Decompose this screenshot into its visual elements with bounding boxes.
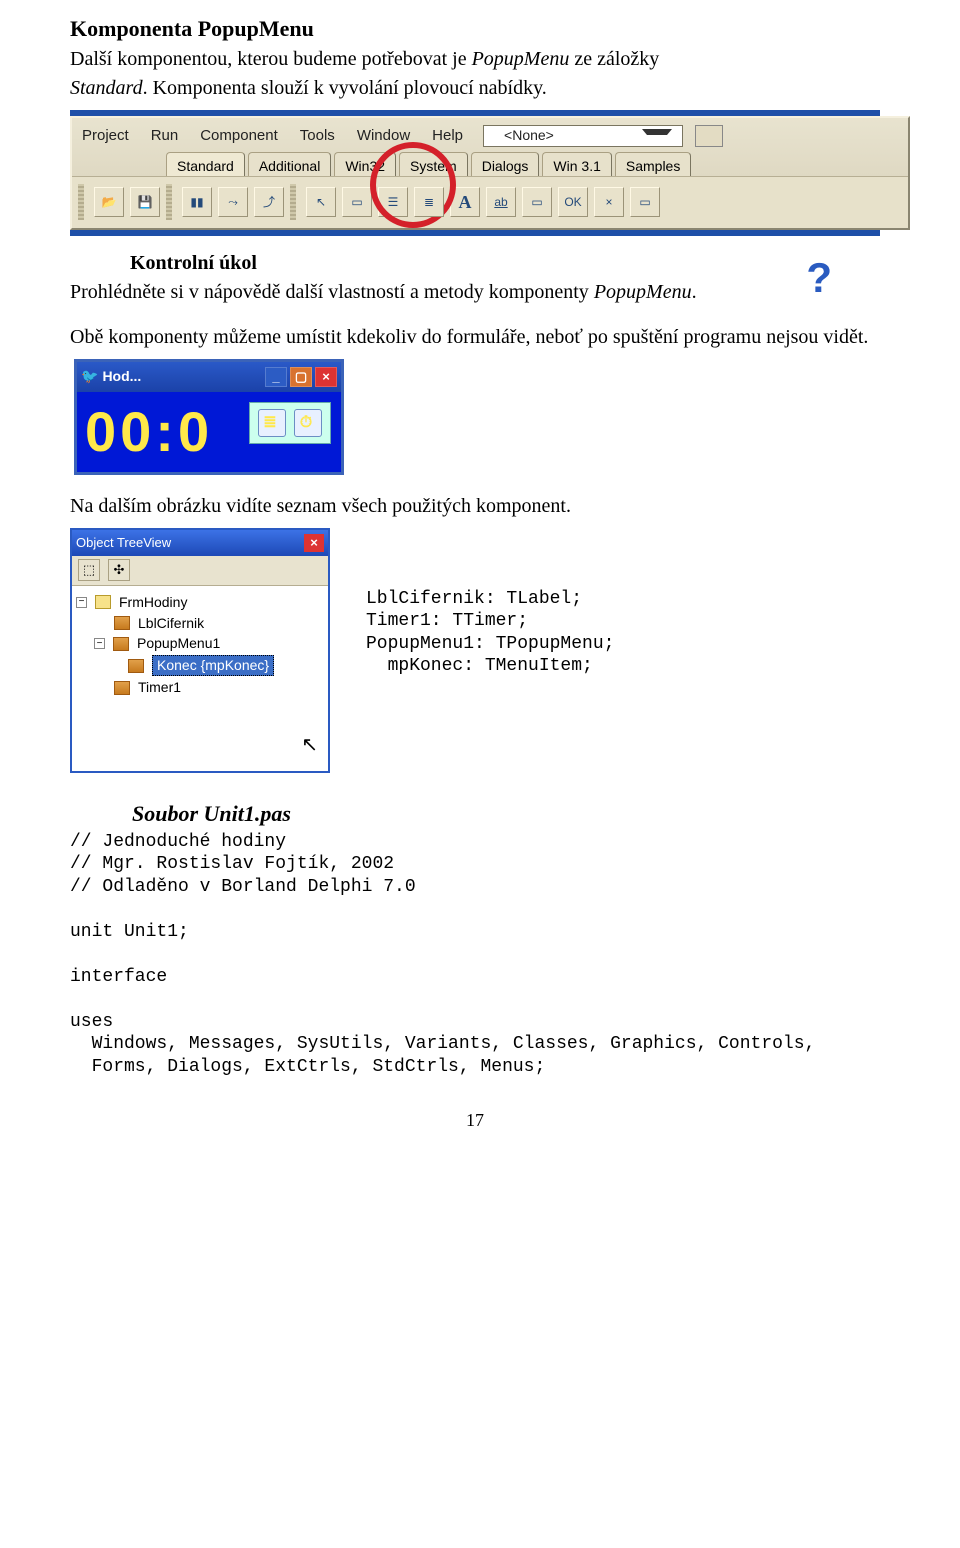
- section-heading: Komponenta PopupMenu: [70, 14, 880, 44]
- intro-popupmenu: PopupMenu: [472, 48, 570, 70]
- tree-item-lbl[interactable]: LblCifernik: [76, 613, 324, 634]
- both-text: Obě komponenty můžeme umístit kdekoliv d…: [70, 326, 868, 348]
- hod-component-glyphs: ≣ ⏱: [249, 402, 331, 444]
- kontrol-popupmenu: PopupMenu: [594, 281, 692, 303]
- intro-text-3: . Komponenta slouží k vyvolání plovoucí …: [143, 77, 547, 99]
- component-cube-icon: [113, 637, 129, 651]
- toolbar-end-button[interactable]: [695, 125, 723, 147]
- hod-miniwindow-screenshot: 🐦Hod... _ ▢ × 00:0 ≣ ⏱: [74, 359, 880, 475]
- open-icon[interactable]: 📂: [94, 187, 124, 217]
- soubor-title: Soubor Unit1.pas: [132, 799, 880, 829]
- grip-icon: [78, 184, 84, 220]
- radio-icon[interactable]: ▭: [630, 187, 660, 217]
- stop-icon[interactable]: ⤴: [254, 187, 284, 217]
- edit-icon[interactable]: ab: [486, 187, 516, 217]
- otv-title-text: Object TreeView: [76, 534, 171, 552]
- intro-text-1: Další komponentou, kterou budeme potřebo…: [70, 48, 472, 70]
- intro-text-2: ze záložky: [569, 48, 659, 70]
- tree-item-timer[interactable]: Timer1: [76, 677, 324, 698]
- save-icon[interactable]: 💾: [130, 187, 160, 217]
- kontrol-t2: .: [692, 281, 697, 303]
- tree-item-popup[interactable]: − PopupMenu1: [76, 633, 324, 654]
- step-icon[interactable]: ⤳: [218, 187, 248, 217]
- timer-component-icon[interactable]: ⏱: [294, 409, 322, 437]
- project-selector-combo[interactable]: <None>: [483, 125, 683, 147]
- menu-tools[interactable]: Tools: [290, 122, 345, 150]
- kontrol-heading: Kontrolní úkol: [130, 250, 880, 277]
- both-components-line1: Obě komponenty můžeme umístit kdekoliv d…: [70, 324, 880, 351]
- expand-minus-icon[interactable]: −: [94, 638, 105, 649]
- hod-time-value: 00:0: [85, 394, 213, 470]
- delphi-toolbar-screenshot: Project Run Component Tools Window Help …: [70, 116, 880, 230]
- tree-root-label: FrmHodiny: [119, 593, 187, 612]
- tree-item-konec[interactable]: Konec {mpKonec}: [76, 654, 324, 677]
- after-hod-text: Na dalším obrázku vidíte seznam všech po…: [70, 493, 880, 520]
- close-icon[interactable]: ×: [304, 534, 324, 552]
- tree-popup-label: PopupMenu1: [137, 634, 220, 653]
- intro-paragraph: Další komponentou, kterou budeme potřebo…: [70, 46, 880, 73]
- unit-code-block: // Jednoduché hodiny // Mgr. Rostislav F…: [70, 831, 880, 1079]
- pause-icon[interactable]: ▮▮: [182, 187, 212, 217]
- declarations-code: LblCifernik: TLabel; Timer1: TTimer; Pop…: [366, 588, 614, 678]
- grip-icon-2: [166, 184, 172, 220]
- maximize-icon[interactable]: ▢: [290, 367, 312, 387]
- expand-minus-icon[interactable]: −: [76, 597, 87, 608]
- otv-tree: − FrmHodiny LblCifernik − PopupMenu1 Kon…: [72, 586, 328, 771]
- form-icon: [95, 595, 111, 609]
- page-number: 17: [70, 1108, 880, 1132]
- popupmenu-icon[interactable]: ≣: [414, 187, 444, 217]
- component-cube-icon: [114, 681, 130, 695]
- tree-lbl-label: LblCifernik: [138, 614, 204, 633]
- menu-project[interactable]: Project: [72, 122, 139, 150]
- hod-title-text: 🐦Hod...: [81, 367, 141, 386]
- otv-titlebar: Object TreeView ×: [72, 530, 328, 556]
- button-ok-icon[interactable]: OK: [558, 187, 588, 217]
- intro-paragraph-line2: Standard. Komponenta slouží k vyvolání p…: [70, 75, 880, 102]
- tree-timer-label: Timer1: [138, 678, 181, 697]
- question-mark-icon: ?: [806, 250, 832, 307]
- memo-icon[interactable]: ▭: [522, 187, 552, 217]
- kontrol-text: Prohlédněte si v nápovědě další vlastnos…: [70, 279, 880, 306]
- grip-icon-3: [290, 184, 296, 220]
- close-icon[interactable]: ×: [315, 367, 337, 387]
- intro-standard: Standard: [70, 77, 143, 99]
- otv-tool-2-icon[interactable]: ✣: [108, 559, 130, 581]
- otv-toolbar: ⬚ ✣: [72, 556, 328, 586]
- menu-component[interactable]: Component: [190, 122, 288, 150]
- otv-tool-1-icon[interactable]: ⬚: [78, 559, 100, 581]
- minimize-icon[interactable]: _: [265, 367, 287, 387]
- chevron-down-icon: [642, 129, 672, 143]
- checkbox-icon[interactable]: ×: [594, 187, 624, 217]
- menu-run[interactable]: Run: [141, 122, 189, 150]
- kontrol-t1: Prohlédněte si v nápovědě další vlastnos…: [70, 281, 594, 303]
- tree-konec-label: Konec {mpKonec}: [152, 655, 274, 676]
- cursor-icon[interactable]: ↖: [306, 187, 336, 217]
- hod-display: 00:0 ≣ ⏱: [77, 392, 341, 472]
- object-treeview-window: Object TreeView × ⬚ ✣ − FrmHodiny LblCif…: [70, 528, 330, 773]
- palette-icons-row: 📂 💾 ▮▮ ⤳ ⤴ ↖ ▭ ☰ ≣ A ab ▭ OK × ▭: [72, 176, 908, 228]
- cursor-arrow-icon: ↖: [76, 732, 324, 759]
- tree-root[interactable]: − FrmHodiny: [76, 592, 324, 613]
- hod-titlebar: 🐦Hod... _ ▢ ×: [77, 362, 341, 392]
- component-cube-icon: [128, 659, 144, 673]
- menu-bar: Project Run Component Tools Window Help …: [72, 122, 908, 150]
- frame-icon[interactable]: ▭: [342, 187, 372, 217]
- component-cube-icon: [114, 616, 130, 630]
- combo-value: <None>: [494, 122, 564, 149]
- popupmenu-component-icon[interactable]: ≣: [258, 409, 286, 437]
